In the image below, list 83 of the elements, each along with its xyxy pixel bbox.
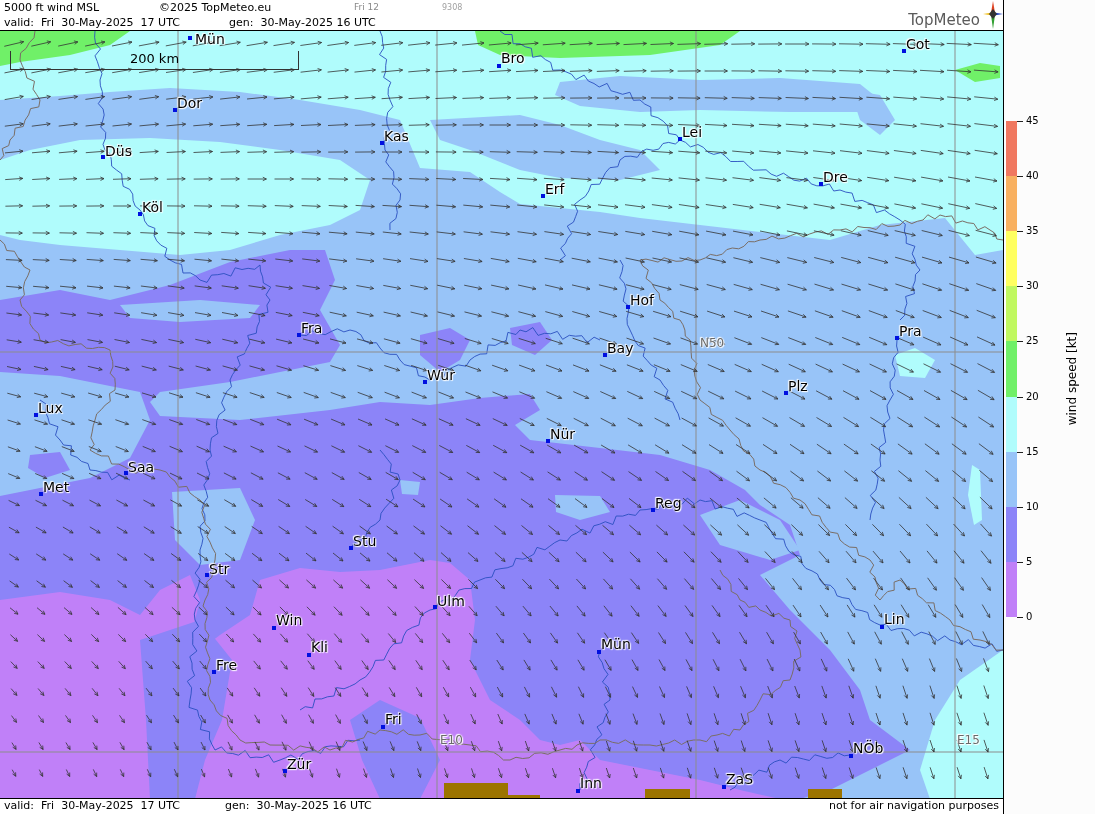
city-label: Met [43, 479, 70, 495]
scale-bar: 200 km [10, 51, 299, 70]
city-label: Pra [899, 323, 922, 339]
city-marker-icon [349, 546, 353, 550]
city-marker-icon [283, 769, 287, 773]
city-label: Kli [311, 639, 328, 655]
disclaimer-text: not for air navigation purposes [829, 799, 1000, 813]
city-marker-icon [651, 508, 655, 512]
city-label: Erf [545, 181, 565, 197]
city-marker-icon [597, 650, 601, 654]
city-label: Mün [601, 636, 631, 652]
city-label: Lei [682, 124, 703, 140]
logo-text: TopMeteo [908, 11, 980, 29]
city-marker-icon [433, 605, 437, 609]
city-marker-icon [784, 391, 788, 395]
city-label: Ulm [437, 593, 465, 609]
city-marker-icon [895, 336, 899, 340]
city-marker-icon [849, 754, 853, 758]
city-label: Dor [177, 95, 203, 111]
city-label: Fre [216, 657, 238, 673]
city-label: Zür [287, 756, 312, 772]
city-marker-icon [307, 653, 311, 657]
city-marker-icon [205, 573, 209, 577]
city-marker-icon [497, 64, 501, 68]
city-marker-icon [212, 670, 216, 674]
city-marker-icon [173, 108, 177, 112]
city-marker-icon [272, 626, 276, 630]
city-marker-icon [546, 439, 550, 443]
city-label: Win [276, 612, 303, 628]
grid-label: N50 [700, 336, 725, 350]
city-marker-icon [902, 49, 906, 53]
legend-title: wind speed [kt] [1064, 332, 1080, 426]
city-label: Fra [301, 320, 323, 336]
city-label: Inn [580, 775, 602, 791]
city-marker-icon [423, 380, 427, 384]
compass-star-icon [983, 1, 1003, 29]
generated-time: gen: 30-May-2025 16 UTC [225, 799, 372, 813]
city-label: Hof [630, 292, 655, 308]
city-label: Mün [195, 31, 225, 47]
city-label: Reg [655, 495, 682, 511]
generated-time: gen: 30-May-2025 16 UTC [229, 15, 376, 30]
city-marker-icon [101, 155, 105, 159]
city-marker-icon [576, 789, 580, 793]
copyright-text: ©2025 TopMeteo.eu [159, 0, 273, 15]
city-label: Nür [550, 426, 576, 442]
city-label: Fri [385, 711, 402, 727]
city-marker-icon [880, 625, 884, 629]
city-label: Saa [128, 459, 155, 475]
city-marker-icon [381, 725, 385, 729]
city-label: Stu [353, 533, 377, 549]
city-marker-icon [722, 785, 726, 789]
map-title: 5000 ft wind MSL [4, 0, 101, 15]
valid-time: valid: Fri 30-May-2025 17 UTC [4, 799, 181, 813]
city-label: ZaS [726, 771, 754, 787]
city-marker-icon [188, 36, 192, 40]
city-label: Kas [384, 128, 409, 144]
city-marker-icon [603, 353, 607, 357]
grid-label: E15 [957, 733, 980, 747]
city-marker-icon [39, 492, 43, 496]
city-label: Düs [105, 143, 132, 159]
city-marker-icon [34, 413, 38, 417]
city-marker-icon [297, 333, 301, 337]
city-marker-icon [138, 212, 142, 216]
city-label: Lin [884, 611, 905, 627]
city-label: Cot [906, 36, 930, 52]
city-label: Köl [142, 199, 163, 215]
valid-time: valid: Fri 30-May-2025 17 UTC [4, 15, 181, 30]
city-marker-icon [626, 305, 630, 309]
city-label: Bay [607, 340, 634, 356]
city-label: Plz [788, 378, 808, 394]
city-marker-icon [380, 141, 384, 145]
code-label: 9308 [442, 2, 463, 14]
city-marker-icon [678, 137, 682, 141]
city-marker-icon [541, 194, 545, 198]
city-marker-icon [819, 182, 823, 186]
city-label: NÖb [853, 740, 884, 756]
city-label: Lux [38, 400, 63, 416]
city-marker-icon [124, 471, 128, 475]
city-label: Dre [823, 169, 848, 185]
city-label: Str [209, 561, 230, 577]
frame-label: Fri 12 [354, 1, 381, 14]
city-label: Bro [501, 50, 525, 66]
city-label: Wür [427, 367, 455, 383]
